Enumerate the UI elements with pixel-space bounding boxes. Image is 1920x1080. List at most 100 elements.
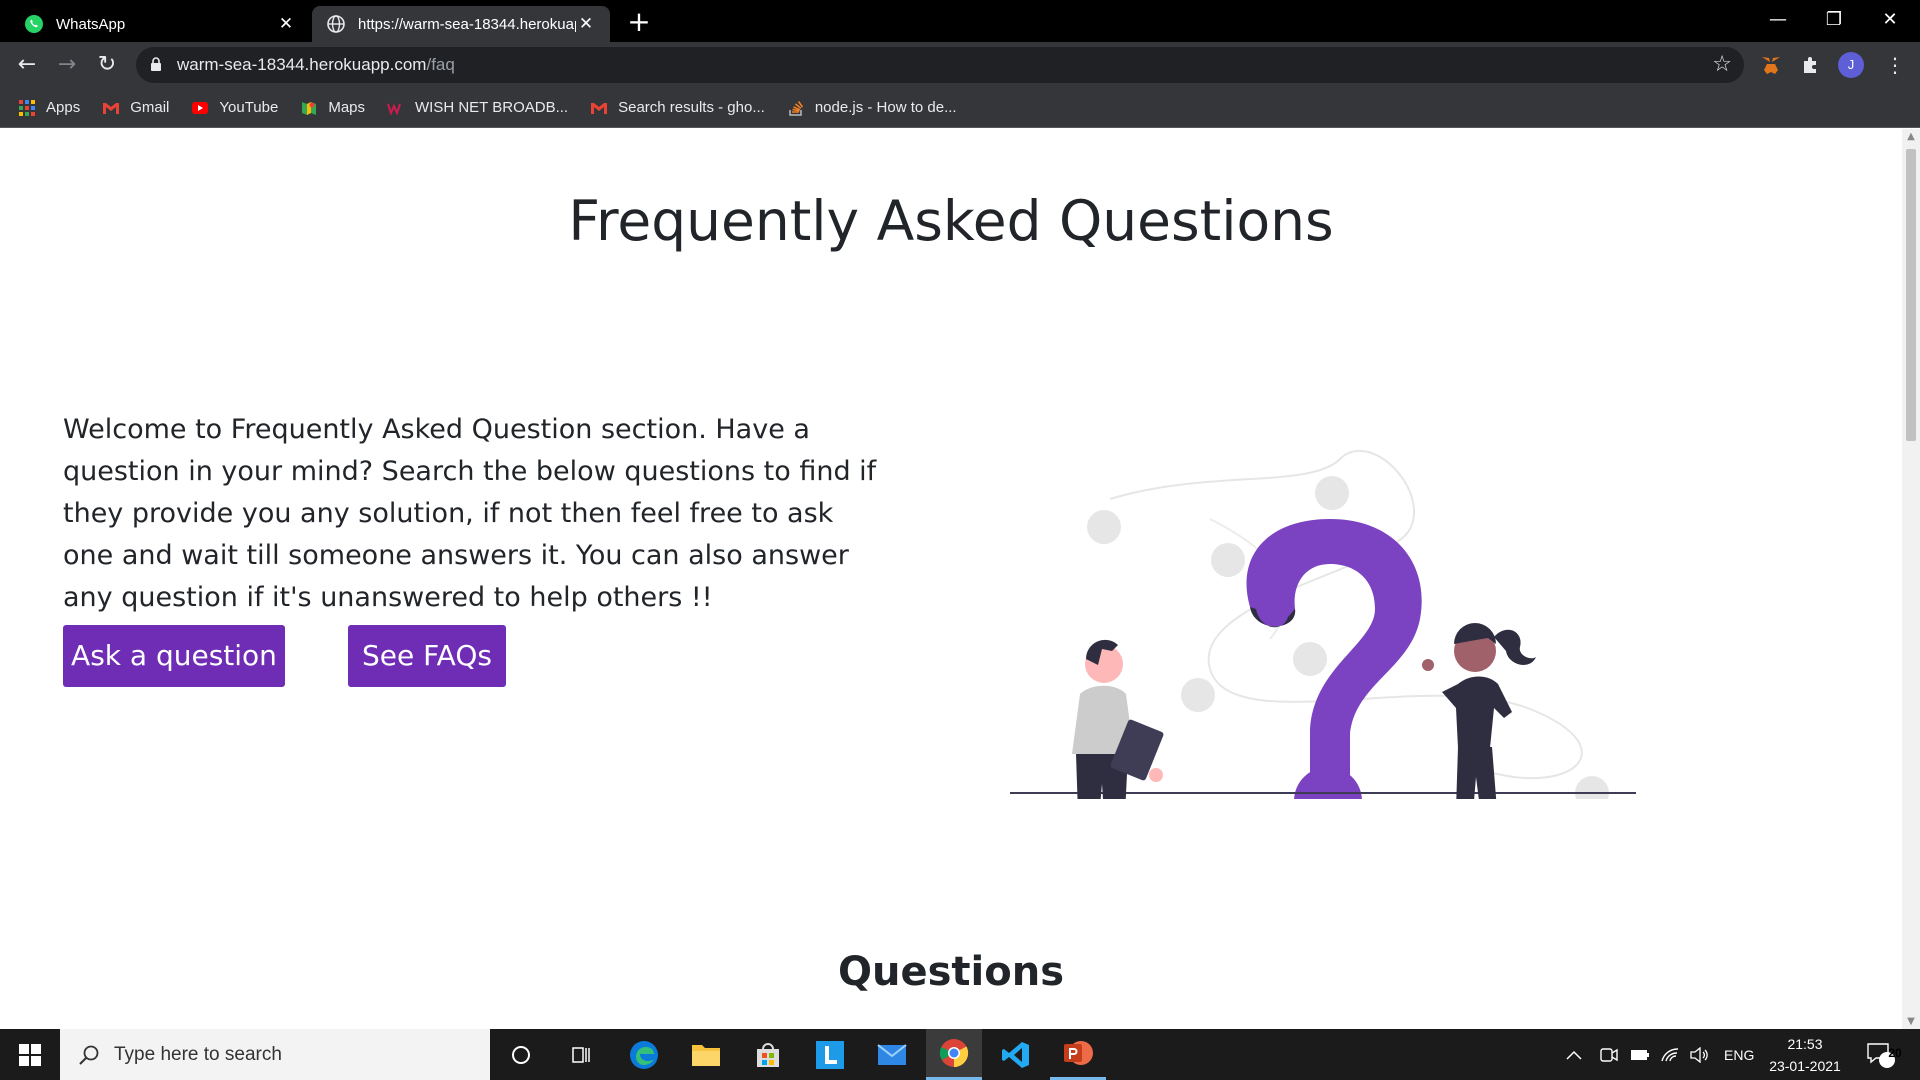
- tab-faq[interactable]: https://warm-sea-18344.herokuapp.com/faq…: [312, 6, 610, 42]
- folder-icon: [692, 1044, 720, 1066]
- scroll-up-icon[interactable]: ▲: [1902, 131, 1920, 142]
- clock-time: 21:53: [1787, 1036, 1823, 1052]
- clock-date: 23-01-2021: [1769, 1058, 1841, 1074]
- start-button[interactable]: [0, 1029, 60, 1080]
- gmail-icon: [591, 102, 608, 114]
- url-text: warm-sea-18344.herokuapp.com/faq: [177, 55, 455, 75]
- decorative-dot: [1575, 776, 1609, 799]
- tab-label: https://warm-sea-18344.herokuapp.com/faq: [358, 15, 576, 33]
- ask-question-button[interactable]: Ask a question: [63, 625, 285, 687]
- maps-icon: [302, 101, 317, 115]
- lock-icon: [151, 57, 161, 71]
- bookmark-gmail[interactable]: Gmail: [102, 99, 169, 117]
- globe-icon: [327, 15, 345, 33]
- reload-icon: ↻: [97, 52, 117, 77]
- l-app-icon: [816, 1040, 844, 1069]
- man-figure: [1072, 639, 1164, 799]
- taskbar-chrome[interactable]: [926, 1029, 982, 1080]
- metamask-extension-icon[interactable]: [1756, 50, 1786, 80]
- bookmark-wishnet[interactable]: WISH NET BROADB...: [387, 99, 568, 117]
- address-bar[interactable]: warm-sea-18344.herokuapp.com/faq ☆: [136, 47, 1744, 83]
- language-indicator[interactable]: ENG: [1724, 1029, 1754, 1080]
- bookmark-youtube[interactable]: YouTube: [191, 99, 278, 117]
- taskbar-search-input[interactable]: Type here to search: [60, 1029, 490, 1080]
- bookmark-label: Gmail: [130, 99, 170, 116]
- bookmark-apps[interactable]: Apps: [18, 99, 80, 117]
- bookmark-maps[interactable]: Maps: [300, 99, 365, 117]
- windows-logo-icon: [19, 1043, 41, 1066]
- bookmark-stackoverflow[interactable]: node.js - How to de...: [787, 99, 957, 117]
- arrow-left-icon: ←: [17, 52, 37, 77]
- taskbar-l-app[interactable]: [804, 1029, 856, 1080]
- cortana-button[interactable]: [496, 1029, 546, 1080]
- question-mark-dot: [1294, 767, 1362, 799]
- woman-figure: [1422, 623, 1536, 799]
- bookmark-star-icon[interactable]: ☆: [1712, 52, 1732, 77]
- forward-button[interactable]: →: [52, 50, 82, 80]
- question-mark-shape: [1246, 519, 1422, 799]
- wishnet-icon: [387, 102, 401, 116]
- minimize-button[interactable]: —: [1750, 4, 1806, 36]
- taskbar-clock[interactable]: 21:53 23-01-2021: [1760, 1033, 1850, 1077]
- decorative-dot: [1211, 543, 1245, 577]
- decorative-dot: [1293, 642, 1327, 676]
- windows-taskbar: Type here to search ENG 21:53 23-01-2021…: [0, 1029, 1920, 1080]
- page-content: Frequently Asked Questions Welcome to Fr…: [0, 129, 1902, 1029]
- scroll-down-icon[interactable]: ▼: [1902, 1016, 1920, 1027]
- faq-illustration: [1010, 450, 1636, 799]
- close-icon[interactable]: ✕: [276, 14, 296, 34]
- decorative-dot: [1181, 678, 1215, 712]
- url-path: /faq: [426, 55, 455, 74]
- volume-icon[interactable]: [1690, 1029, 1714, 1080]
- bookmarks-bar: Apps Gmail YouTube Maps WISH NET BROADB.…: [0, 88, 1920, 128]
- questions-heading: Questions: [837, 949, 1064, 995]
- menu-kebab-icon[interactable]: ⋮: [1880, 50, 1910, 80]
- reload-button[interactable]: ↻: [92, 50, 122, 80]
- cortana-circle-icon: [512, 1045, 530, 1064]
- vscode-icon: [1002, 1041, 1029, 1068]
- battery-icon[interactable]: [1630, 1029, 1654, 1080]
- bookmark-gmail-search[interactable]: Search results - gho...: [590, 99, 765, 117]
- tray-chevron-up-icon[interactable]: [1566, 1029, 1590, 1080]
- powerpoint-icon: [1064, 1041, 1093, 1065]
- taskbar-vscode[interactable]: [990, 1029, 1042, 1080]
- search-icon: [79, 1045, 99, 1065]
- page-scrollbar[interactable]: ▲ ▼: [1902, 129, 1920, 1029]
- apps-grid-icon: [19, 99, 35, 116]
- arrow-right-icon: →: [57, 52, 77, 77]
- bookmark-label: YouTube: [219, 99, 279, 116]
- new-tab-button[interactable]: +: [624, 8, 654, 38]
- wifi-icon[interactable]: [1660, 1029, 1684, 1080]
- close-window-button[interactable]: ✕: [1862, 4, 1918, 36]
- extensions-puzzle-icon[interactable]: [1796, 50, 1826, 80]
- bookmark-label: Maps: [328, 99, 366, 116]
- action-center-button[interactable]: 20: [1866, 1029, 1906, 1080]
- taskbar-powerpoint[interactable]: [1050, 1029, 1106, 1080]
- store-bag-icon: [757, 1042, 779, 1067]
- url-host: warm-sea-18344.herokuapp.com: [177, 55, 427, 74]
- taskbar-file-explorer[interactable]: [680, 1029, 732, 1080]
- scrollbar-thumb[interactable]: [1906, 149, 1916, 441]
- intro-text: Welcome to Frequently Asked Question sec…: [63, 414, 877, 613]
- tab-strip: WhatsApp ✕ https://warm-sea-18344.heroku…: [0, 0, 1920, 42]
- tab-whatsapp[interactable]: WhatsApp ✕: [10, 6, 310, 42]
- notification-count: 20: [1888, 1046, 1902, 1060]
- task-view-button[interactable]: [556, 1029, 606, 1080]
- whatsapp-icon: [25, 15, 43, 33]
- bookmark-label: Search results - gho...: [618, 99, 765, 116]
- back-button[interactable]: ←: [12, 50, 42, 80]
- profile-avatar[interactable]: J: [1838, 52, 1864, 78]
- decorative-dot: [1315, 476, 1349, 510]
- taskbar-store[interactable]: [742, 1029, 794, 1080]
- browser-toolbar: ← → ↻ warm-sea-18344.herokuapp.com/faq ☆…: [0, 42, 1920, 88]
- restore-button[interactable]: ❐: [1806, 4, 1862, 36]
- decorative-dot: [1087, 510, 1121, 544]
- meet-now-icon[interactable]: [1600, 1029, 1624, 1080]
- mail-icon: [877, 1043, 907, 1065]
- stackoverflow-icon: [789, 100, 803, 116]
- close-icon[interactable]: ✕: [576, 14, 596, 34]
- taskbar-mail[interactable]: [866, 1029, 918, 1080]
- taskbar-edge[interactable]: [618, 1029, 670, 1080]
- see-faqs-button[interactable]: See FAQs: [348, 625, 506, 687]
- chrome-icon: [939, 1039, 969, 1068]
